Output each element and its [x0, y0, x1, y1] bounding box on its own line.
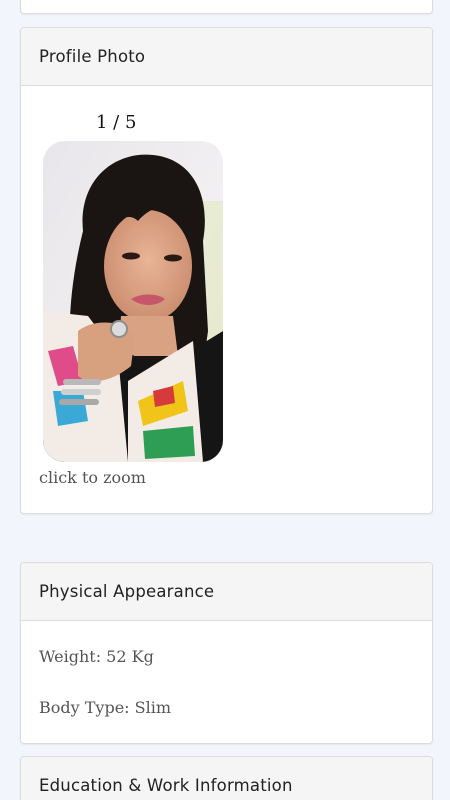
education-work-card: Education & Work Information	[20, 756, 433, 800]
physical-appearance-header: Physical Appearance	[21, 563, 432, 621]
section-title: Physical Appearance	[39, 582, 215, 601]
profile-photo[interactable]	[43, 141, 223, 462]
section-title: Profile Photo	[39, 47, 146, 66]
zoom-hint: click to zoom	[39, 468, 146, 487]
profile-photo-header: Profile Photo	[21, 28, 432, 86]
section-title: Education & Work Information	[39, 776, 293, 795]
physical-appearance-card: Physical Appearance Weight: 52 Kg Body T…	[20, 562, 433, 744]
education-work-header: Education & Work Information	[21, 757, 432, 800]
body-type-row: Body Type: Slim	[39, 698, 172, 717]
weight-row: Weight: 52 Kg	[39, 647, 154, 666]
profile-photo-card: Profile Photo 1 / 5 click to zoom	[20, 27, 433, 514]
photo-image	[43, 141, 223, 462]
photo-counter: 1 / 5	[96, 112, 137, 133]
previous-section-card	[20, 0, 433, 14]
